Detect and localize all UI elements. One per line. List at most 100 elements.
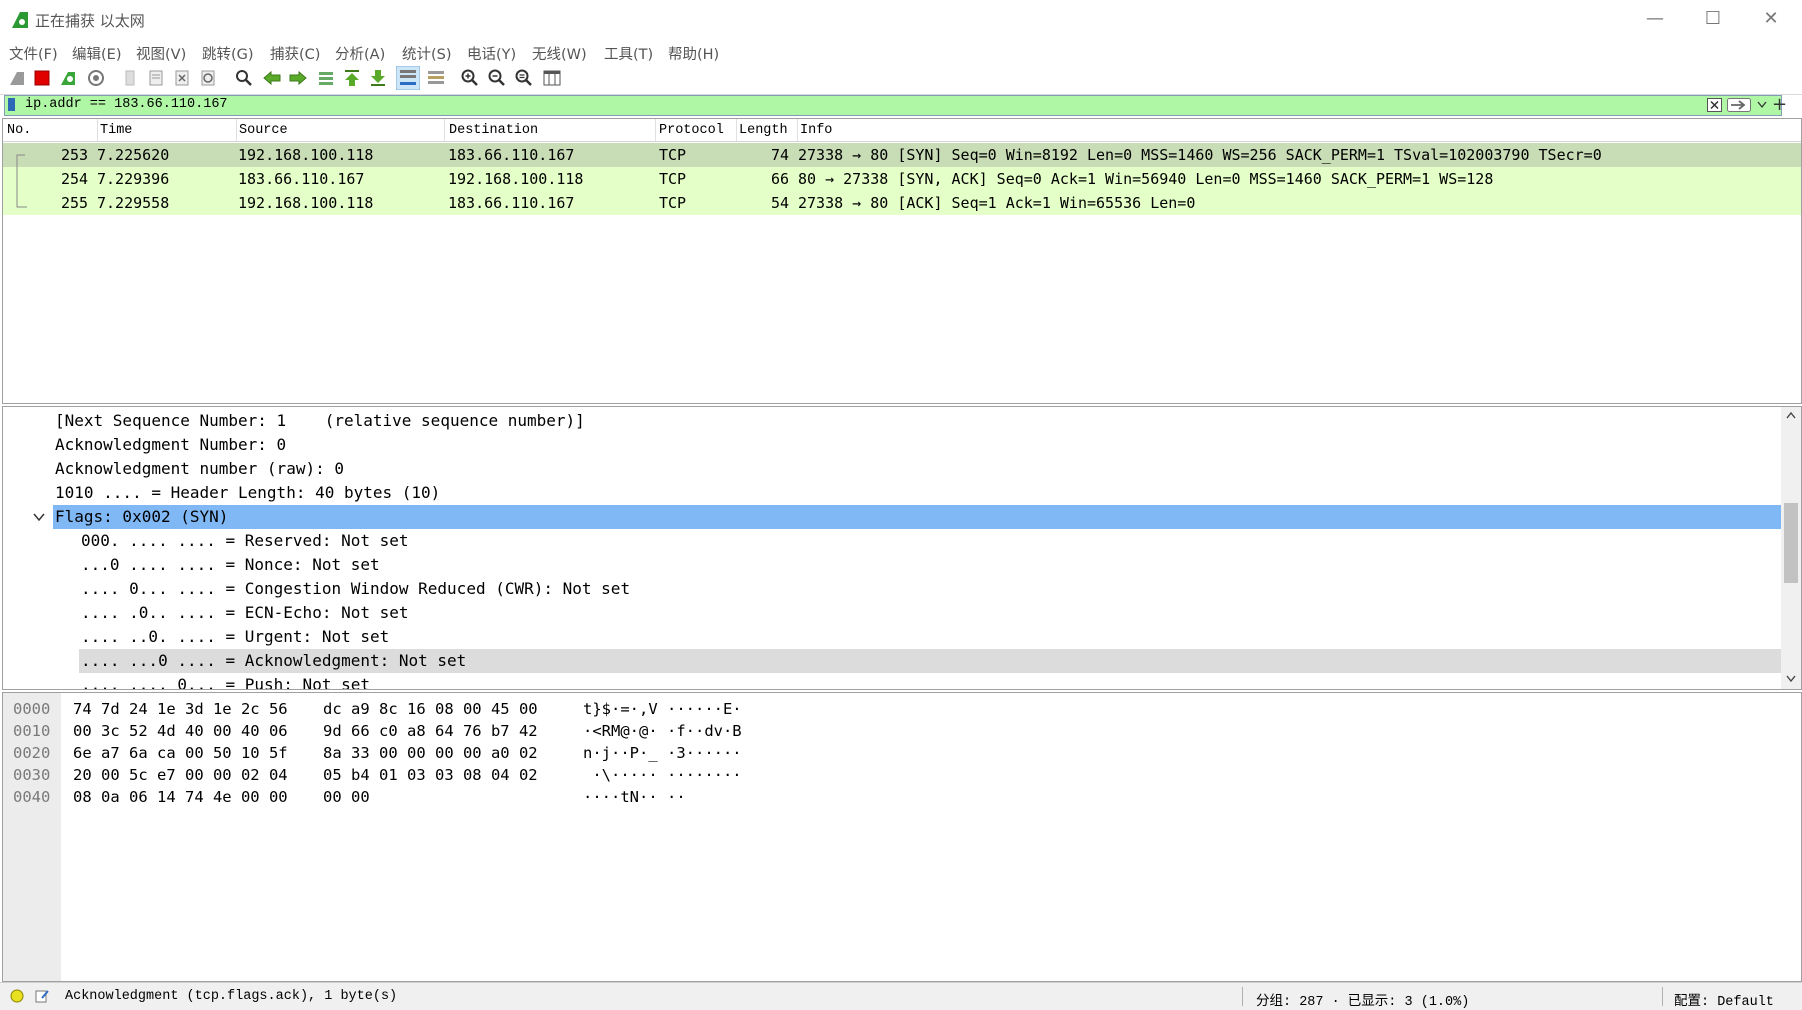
wireshark-app-icon — [12, 12, 28, 28]
detail-text: Acknowledgment number (raw): 0 — [55, 459, 344, 478]
apply-filter-icon[interactable] — [1727, 98, 1751, 112]
save-file-icon[interactable] — [146, 68, 166, 88]
hex-row[interactable]: 0040 08 0a 06 14 74 4e 00 00 00 00 ····t… — [3, 787, 1801, 809]
open-file-icon[interactable] — [120, 68, 140, 88]
detail-text: .... ..0. .... = Urgent: Not set — [81, 627, 390, 646]
go-first-packet-icon[interactable] — [342, 68, 362, 88]
reload-file-icon[interactable] — [198, 68, 218, 88]
scroll-down-icon[interactable] — [1786, 675, 1796, 683]
detail-row[interactable]: 1010 .... = Header Length: 40 bytes (10) — [3, 481, 1781, 505]
hex-bytes: 08 0a 06 14 74 4e 00 00 — [73, 788, 288, 806]
autoscroll-icon[interactable] — [396, 66, 420, 90]
add-filter-button[interactable]: + — [1772, 94, 1787, 115]
packet-row[interactable]: 255 7.229558 192.168.100.118 183.66.110.… — [3, 191, 1801, 215]
packet-source: 192.168.100.118 — [238, 194, 374, 212]
status-field-info: Acknowledgment (tcp.flags.ack), 1 byte(s… — [65, 989, 398, 1004]
capture-options-icon[interactable] — [86, 68, 106, 88]
packet-info: 27338 → 80 [ACK] Seq=1 Ack=1 Win=65536 L… — [798, 194, 1196, 212]
detail-row[interactable]: .... ..0. .... = Urgent: Not set — [3, 625, 1781, 649]
filter-history-dropdown-icon[interactable] — [1757, 101, 1767, 109]
hex-row[interactable]: 0000 74 7d 24 1e 3d 1e 2c 56 dc a9 8c 16… — [3, 699, 1801, 721]
go-back-icon[interactable] — [262, 68, 282, 88]
colorize-icon[interactable] — [426, 68, 446, 88]
packet-list-header: No. Time Source Destination Protocol Len… — [3, 119, 1801, 142]
details-scrollbar[interactable] — [1781, 407, 1801, 689]
hex-bytes: 00 00 — [323, 788, 370, 806]
detail-row[interactable]: ...0 .... .... = Nonce: Not set — [3, 553, 1781, 577]
go-last-packet-icon[interactable] — [368, 68, 388, 88]
packet-no: 254 — [61, 170, 89, 188]
go-to-packet-icon[interactable] — [316, 68, 336, 88]
menu-help[interactable]: 帮助(H) — [668, 43, 719, 64]
minimize-button[interactable]: — — [1630, 4, 1680, 34]
column-info[interactable]: Info — [800, 123, 832, 138]
hex-row[interactable]: 0030 20 00 5c e7 00 00 02 04 05 b4 01 03… — [3, 765, 1801, 787]
hex-row[interactable]: 0020 6e a7 6a ca 00 50 10 5f 8a 33 00 00… — [3, 743, 1801, 765]
detail-row[interactable]: .... 0... .... = Congestion Window Reduc… — [3, 577, 1781, 601]
packet-destination: 183.66.110.167 — [448, 146, 575, 164]
zoom-out-icon[interactable] — [487, 68, 507, 88]
hex-ascii: ·\····· ········ — [583, 766, 742, 784]
detail-text: .... ...0 .... = Acknowledgment: Not set — [81, 651, 467, 670]
close-file-icon[interactable] — [172, 68, 192, 88]
display-filter-input[interactable]: ip.addr == 183.66.110.167 — [25, 97, 228, 112]
clear-filter-icon[interactable] — [1707, 98, 1722, 112]
column-protocol[interactable]: Protocol — [659, 123, 724, 138]
column-time[interactable]: Time — [100, 123, 132, 138]
zoom-normal-icon[interactable] — [514, 68, 534, 88]
detail-row-selected[interactable]: .... ...0 .... = Acknowledgment: Not set — [3, 649, 1781, 673]
edit-comment-icon[interactable] — [34, 988, 50, 1004]
scroll-up-icon[interactable] — [1786, 411, 1796, 419]
resize-columns-icon[interactable] — [542, 68, 562, 88]
zoom-in-icon[interactable] — [460, 68, 480, 88]
menu-tools[interactable]: 工具(T) — [604, 43, 653, 64]
hex-ascii: n·j··P·_ ·3······ — [583, 744, 742, 762]
menu-wireless[interactable]: 无线(W) — [532, 43, 587, 64]
maximize-button[interactable]: ☐ — [1688, 4, 1738, 34]
column-source[interactable]: Source — [239, 123, 288, 138]
detail-row[interactable]: .... .... 0... = Push: Not set — [3, 673, 1781, 689]
packet-info: 27338 → 80 [SYN] Seq=0 Win=8192 Len=0 MS… — [798, 146, 1602, 164]
packet-row[interactable]: 253 7.225620 192.168.100.118 183.66.110.… — [3, 143, 1801, 167]
detail-row[interactable]: [Next Sequence Number: 1 (relative seque… — [3, 409, 1781, 433]
detail-text: .... .0.. .... = ECN-Echo: Not set — [81, 603, 409, 622]
packet-row[interactable]: 254 7.229396 183.66.110.167 192.168.100.… — [3, 167, 1801, 191]
menu-capture[interactable]: 捕获(C) — [270, 43, 320, 64]
status-profile[interactable]: 配置: Default — [1674, 989, 1774, 1010]
find-packet-icon[interactable] — [234, 68, 254, 88]
window-title: 正在捕获 以太网 — [35, 12, 145, 30]
hex-row[interactable]: 0010 00 3c 52 4d 40 00 40 06 9d 66 c0 a8… — [3, 721, 1801, 743]
column-length[interactable]: Length — [739, 123, 788, 138]
expert-info-icon[interactable] — [10, 989, 24, 1003]
filter-bookmark-icon[interactable] — [8, 98, 15, 111]
hex-bytes: 6e a7 6a ca 00 50 10 5f — [73, 744, 288, 762]
packet-protocol: TCP — [659, 194, 687, 212]
detail-row[interactable]: 000. .... .... = Reserved: Not set — [3, 529, 1781, 553]
hex-bytes: 00 3c 52 4d 40 00 40 06 — [73, 722, 288, 740]
detail-row[interactable]: .... .0.. .... = ECN-Echo: Not set — [3, 601, 1781, 625]
column-no[interactable]: No. — [7, 123, 31, 138]
hex-ascii: t}$·=·,V ······E· — [583, 700, 742, 718]
menu-bar: 文件(F) 编辑(E) 视图(V) 跳转(G) 捕获(C) 分析(A) 统计(S… — [0, 40, 1802, 64]
detail-row[interactable]: Acknowledgment number (raw): 0 — [3, 457, 1781, 481]
shark-fin-start-icon[interactable] — [7, 68, 27, 88]
menu-file[interactable]: 文件(F) — [9, 43, 58, 64]
menu-go[interactable]: 跳转(G) — [202, 43, 254, 64]
hex-bytes: 8a 33 00 00 00 00 a0 02 — [323, 744, 538, 762]
detail-row-flags[interactable]: Flags: 0x002 (SYN) — [3, 505, 1781, 529]
close-window-button[interactable]: ✕ — [1746, 4, 1796, 34]
go-forward-icon[interactable] — [288, 68, 308, 88]
menu-statistics[interactable]: 统计(S) — [402, 43, 452, 64]
menu-analyze[interactable]: 分析(A) — [335, 43, 385, 64]
chevron-down-icon[interactable] — [33, 512, 45, 522]
menu-view[interactable]: 视图(V) — [136, 43, 186, 64]
restart-capture-icon[interactable] — [58, 68, 78, 88]
scroll-thumb[interactable] — [1784, 503, 1798, 583]
menu-edit[interactable]: 编辑(E) — [72, 43, 121, 64]
detail-text: .... 0... .... = Congestion Window Reduc… — [81, 579, 631, 598]
detail-row[interactable]: Acknowledgment Number: 0 — [3, 433, 1781, 457]
column-destination[interactable]: Destination — [449, 123, 538, 138]
stop-capture-icon[interactable] — [32, 68, 52, 88]
hex-bytes: 05 b4 01 03 03 08 04 02 — [323, 766, 538, 784]
menu-telephony[interactable]: 电话(Y) — [467, 43, 516, 64]
